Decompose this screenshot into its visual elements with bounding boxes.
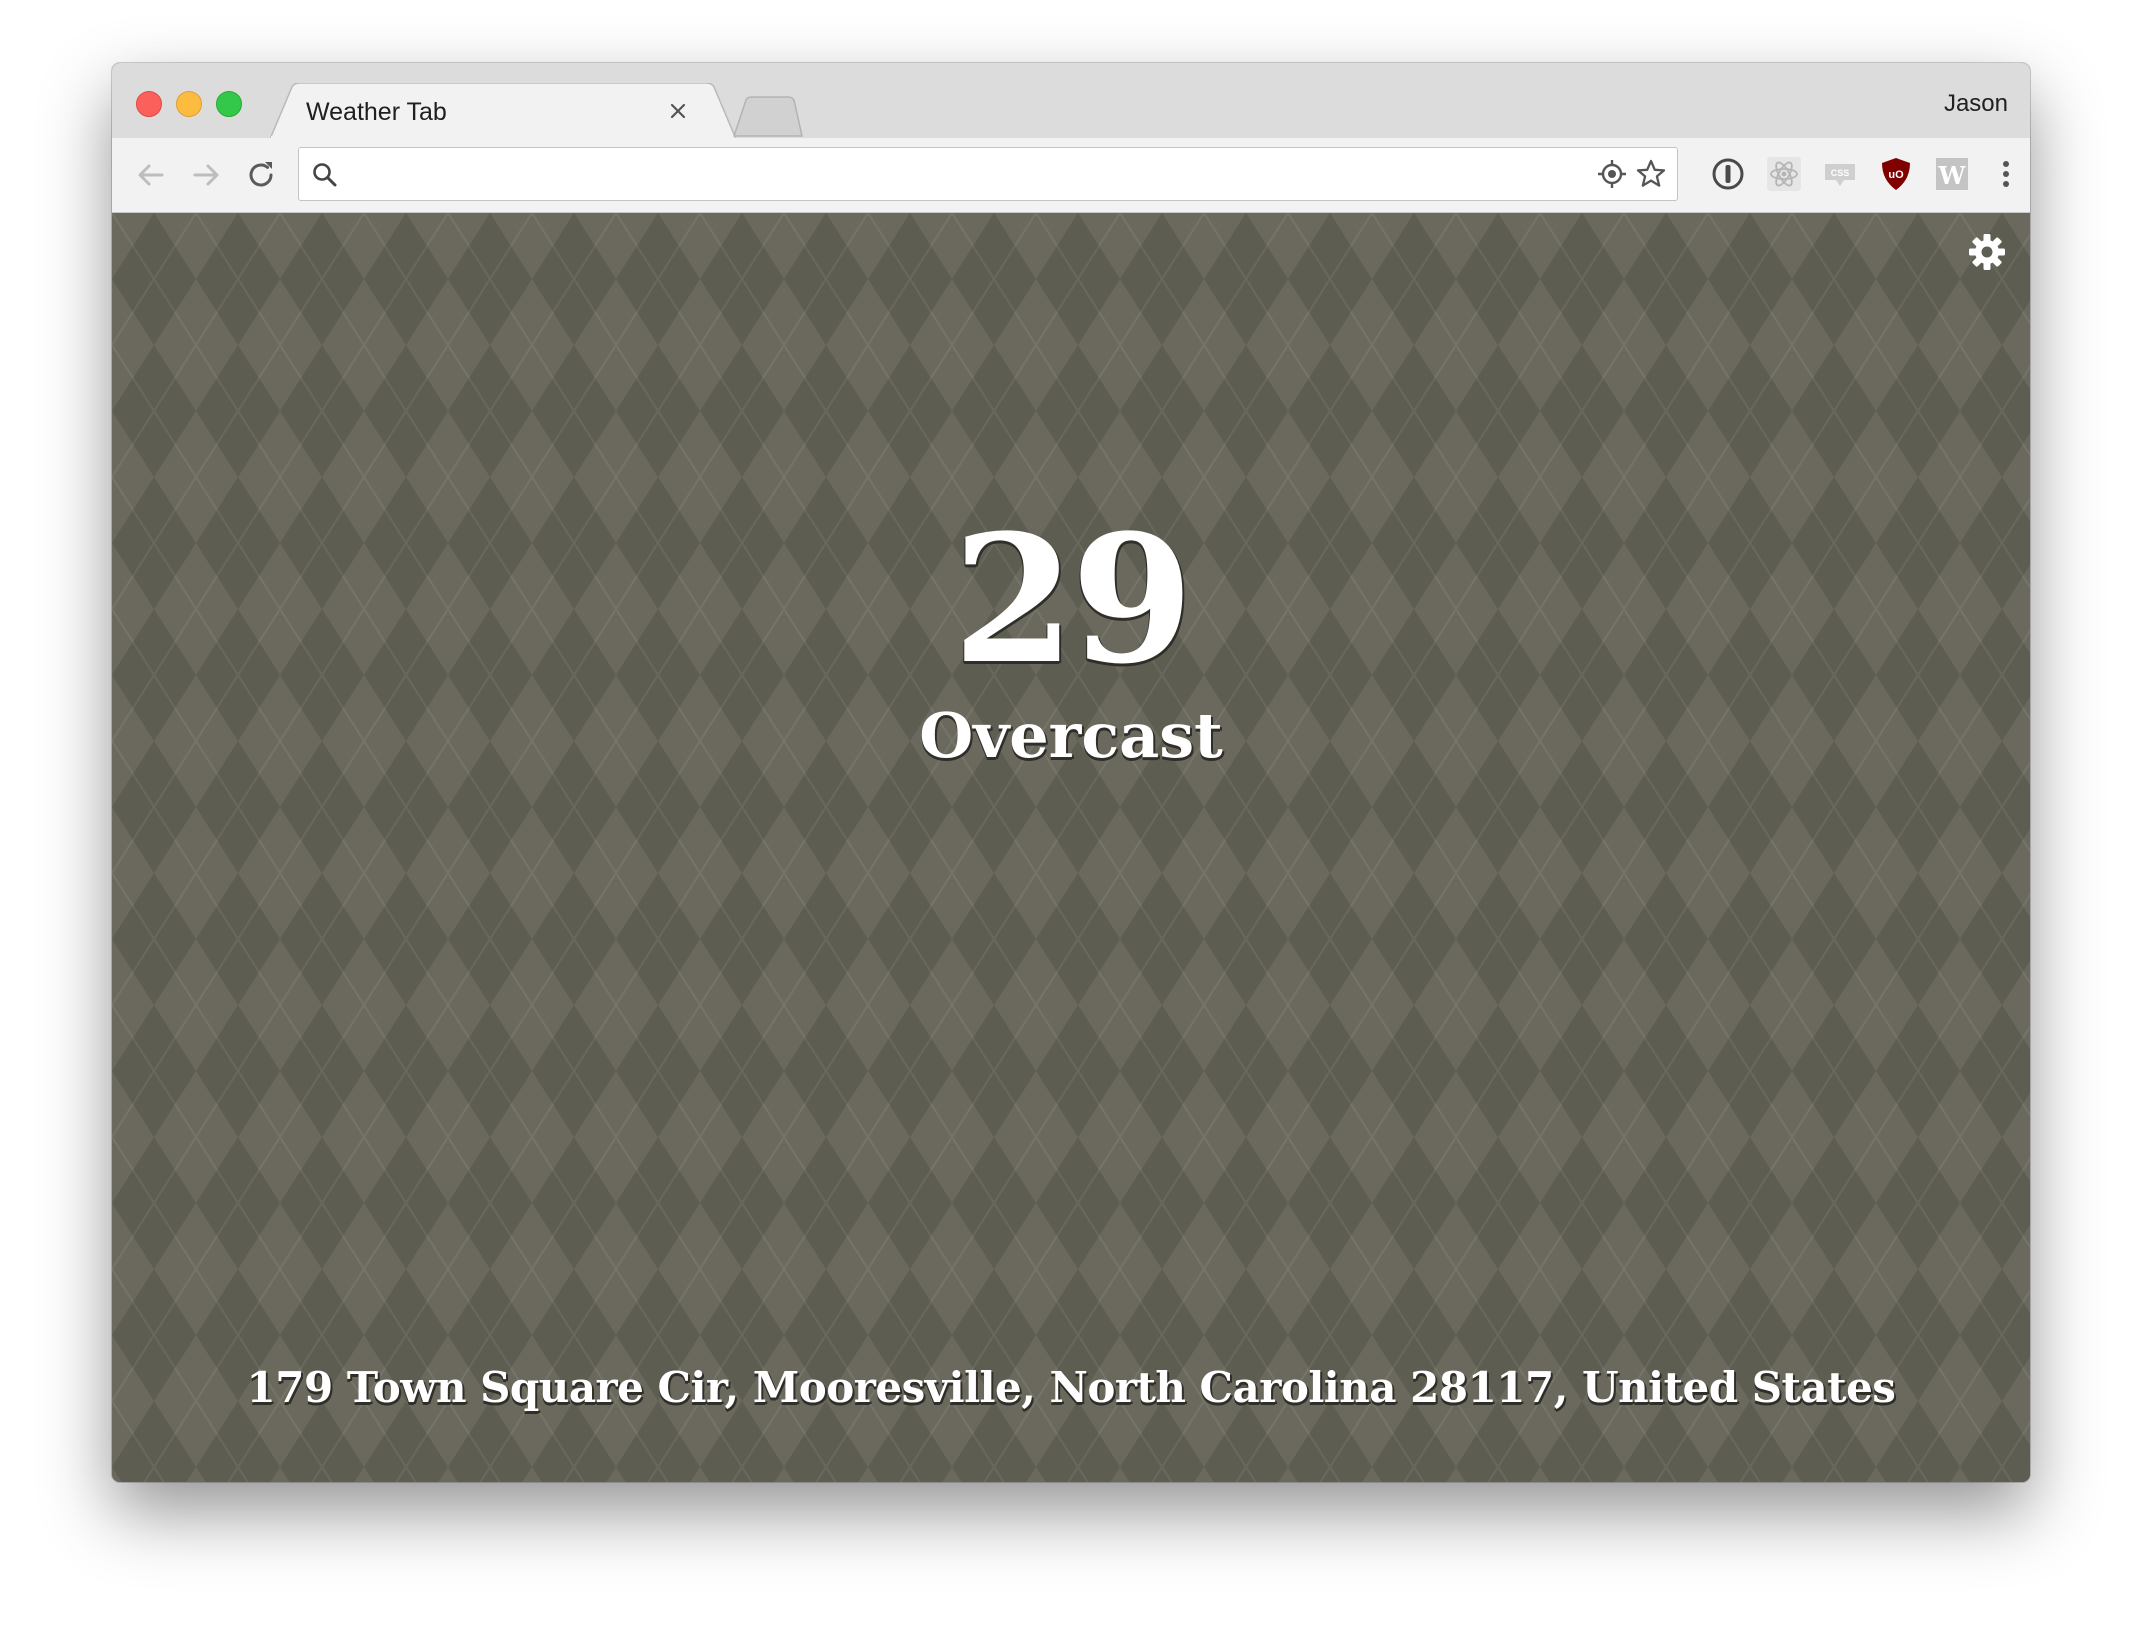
minimize-window-button[interactable] [176, 91, 202, 117]
weather-page: 29 Overcast 179 Town Square Cir, Mooresv… [112, 213, 2030, 1482]
svg-text:W: W [1938, 161, 1967, 190]
weather-condition: Overcast [919, 699, 1223, 772]
location-address: 179 Town Square Cir, Mooresville, North … [246, 1363, 1896, 1412]
tab-title: Weather Tab [306, 98, 447, 126]
w-extension-icon[interactable]: W [1934, 156, 1970, 192]
tab-strip: Weather Tab Jason [112, 63, 2030, 139]
svg-text:uO: uO [1888, 169, 1904, 181]
ublock-origin-icon[interactable]: uO [1878, 156, 1914, 192]
back-arrow-icon[interactable] [134, 158, 168, 192]
address-input[interactable] [351, 156, 1555, 192]
argyle-background [112, 213, 2030, 1482]
temperature: 29 [952, 496, 1194, 703]
1password-icon[interactable] [1710, 156, 1746, 192]
reload-icon[interactable] [244, 158, 278, 192]
react-devtools-icon[interactable] [1766, 156, 1802, 192]
bookmark-star-icon[interactable] [1635, 158, 1667, 195]
more-menu-icon[interactable] [1988, 156, 2024, 192]
location-icon[interactable] [1597, 159, 1627, 194]
new-tab-button[interactable] [732, 96, 804, 138]
svg-text:CSS: CSS [1831, 168, 1850, 178]
close-window-button[interactable] [136, 91, 162, 117]
tab-weather[interactable]: Weather Tab [270, 83, 742, 139]
close-tab-icon[interactable] [666, 99, 690, 123]
omnibox[interactable] [298, 147, 1678, 201]
css-viewer-icon[interactable]: CSS [1822, 156, 1858, 192]
forward-arrow-icon[interactable] [189, 158, 223, 192]
maximize-window-button[interactable] [216, 91, 242, 117]
settings-gear-icon[interactable] [1966, 231, 2008, 273]
toolbar: CSS uO W [112, 138, 2030, 213]
search-icon [311, 161, 339, 194]
browser-window: Weather Tab Jason CSS uO W 29 Overcast 1… [112, 63, 2030, 1482]
profile-name[interactable]: Jason [1944, 90, 2008, 118]
